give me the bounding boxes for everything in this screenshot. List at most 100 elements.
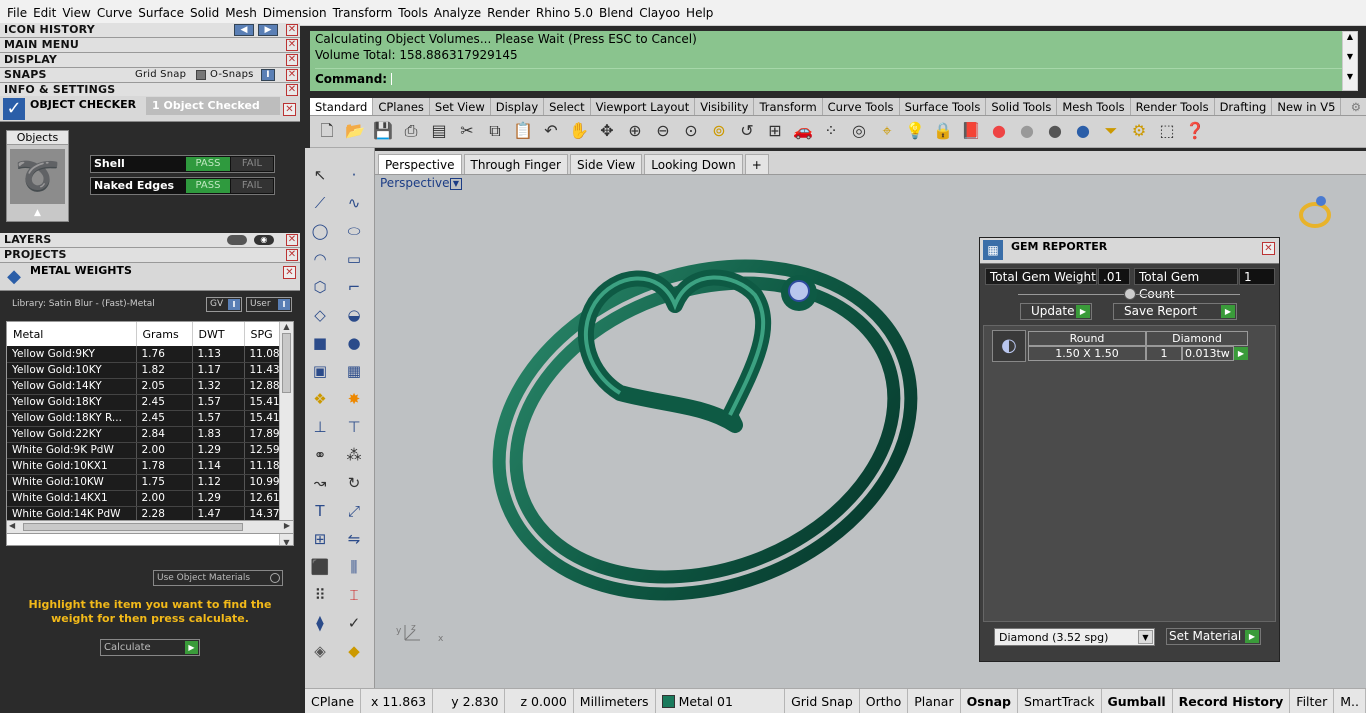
table-row[interactable]: Yellow Gold:14KY 2.05 1.32 12.88: [7, 378, 293, 395]
toggle-filter[interactable]: Filter: [1290, 688, 1335, 713]
grid-array-icon[interactable]: ⠿: [309, 584, 331, 606]
array-icon[interactable]: ⊞: [309, 528, 331, 550]
close-icon[interactable]: ✕: [286, 69, 298, 81]
tab-drafting[interactable]: Drafting: [1215, 98, 1273, 115]
zoom-extents-icon[interactable]: ⊙: [680, 120, 702, 142]
grid-snap-label[interactable]: Grid Snap: [135, 68, 186, 82]
tab-standard[interactable]: Standard: [310, 98, 374, 115]
tab-viewport-layout[interactable]: Viewport Layout: [591, 98, 696, 115]
tab-solid-tools[interactable]: Solid Tools: [986, 98, 1058, 115]
shade-icon[interactable]: ◈: [309, 640, 331, 662]
light-bulb-icon[interactable]: 💡: [904, 120, 926, 142]
toggle-smarttrack[interactable]: SmartTrack: [1018, 688, 1102, 713]
pipe-icon[interactable]: ↝: [309, 472, 331, 494]
tab-visibility[interactable]: Visibility: [695, 98, 755, 115]
tab-select[interactable]: Select: [544, 98, 591, 115]
points-icon[interactable]: ⁘: [820, 120, 842, 142]
selection-icon[interactable]: ⬚: [1156, 120, 1178, 142]
forward-arrow-icon[interactable]: ▶: [258, 24, 278, 36]
print-icon[interactable]: ⎙: [400, 120, 422, 142]
offset-icon[interactable]: ↻: [343, 472, 365, 494]
shaded-sphere-icon[interactable]: ●: [1016, 120, 1038, 142]
panel-layers[interactable]: LAYERS ◉ ✕: [0, 233, 300, 248]
col-dwt[interactable]: DWT: [192, 322, 245, 346]
gear-icon[interactable]: ⚙: [1346, 98, 1366, 115]
gv-button[interactable]: GV I: [206, 297, 242, 312]
col-metal[interactable]: Metal: [7, 322, 137, 346]
scroll-thumb[interactable]: [23, 523, 243, 531]
help-icon[interactable]: ❓: [1184, 120, 1206, 142]
close-icon[interactable]: ✕: [286, 249, 298, 261]
pan-hand-icon[interactable]: ✋: [568, 120, 590, 142]
polyline-icon[interactable]: ⟋: [309, 192, 331, 214]
color-wheel-icon[interactable]: ●: [988, 120, 1010, 142]
toggle-ortho[interactable]: Ortho: [860, 688, 909, 713]
menu-rhino5[interactable]: Rhino 5.0: [536, 6, 593, 20]
table-row[interactable]: Yellow Gold:18KY R... 2.45 1.57 15.41: [7, 410, 293, 427]
menu-analyze[interactable]: Analyze: [434, 6, 481, 20]
lock-icon[interactable]: 🔒: [932, 120, 954, 142]
circle-icon[interactable]: ◯: [309, 220, 331, 242]
slider-knob-icon[interactable]: [1124, 288, 1136, 300]
set-material-button[interactable]: Set Material ▶: [1166, 628, 1261, 645]
metal-table[interactable]: Metal Grams DWT SPG Yellow Gold:9KY 1.76 1…: [6, 321, 294, 546]
objects-box[interactable]: Objects ➰ ▲: [6, 130, 69, 222]
tab-looking-down[interactable]: Looking Down: [644, 154, 743, 174]
point-icon[interactable]: ·: [343, 164, 365, 186]
save-report-button[interactable]: Save Report ▶: [1113, 303, 1237, 320]
table-row[interactable]: Yellow Gold:10KY 1.82 1.17 11.43: [7, 362, 293, 379]
panel-main-menu[interactable]: MAIN MENU ✕: [0, 38, 300, 53]
open-folder-icon[interactable]: 📂: [344, 120, 366, 142]
extrude-icon[interactable]: ⧫: [309, 612, 331, 634]
undo-icon[interactable]: ↶: [540, 120, 562, 142]
table-row[interactable]: Yellow Gold:22KY 2.84 1.83 17.89: [7, 426, 293, 443]
toggle-planar[interactable]: Planar: [908, 688, 961, 713]
ungroup-icon[interactable]: ⁂: [343, 444, 365, 466]
close-icon[interactable]: ✕: [1262, 242, 1275, 255]
table-row[interactable]: White Gold:10KX1 1.78 1.14 11.18: [7, 458, 293, 475]
back-arrow-icon[interactable]: ◀: [234, 24, 254, 36]
target-icon[interactable]: ◎: [848, 120, 870, 142]
scroll-down-icon[interactable]: ▼: [1343, 52, 1357, 61]
menu-help[interactable]: Help: [686, 6, 713, 20]
close-icon[interactable]: ✕: [286, 54, 298, 66]
close-icon[interactable]: ✕: [286, 234, 298, 246]
split-icon[interactable]: ⊤: [343, 416, 365, 438]
menu-dimension[interactable]: Dimension: [263, 6, 327, 20]
paste-icon[interactable]: 📋: [512, 120, 534, 142]
ring-thumbnail-icon[interactable]: ➰: [10, 149, 65, 204]
expand-up-icon[interactable]: ▲: [7, 208, 68, 218]
table-scrollbar[interactable]: ▲ ▼: [279, 322, 293, 545]
panel-projects[interactable]: PROJECTS ✕: [0, 248, 300, 263]
tab-set-view[interactable]: Set View: [430, 98, 491, 115]
align-icon[interactable]: ⫼: [343, 556, 365, 578]
boolean-icon[interactable]: ❖: [309, 388, 331, 410]
use-object-materials-toggle[interactable]: Use Object Materials: [153, 570, 283, 586]
close-icon[interactable]: ✕: [283, 103, 296, 116]
command-scrollbar[interactable]: ▲ ▼ ▼: [1342, 31, 1358, 91]
tab-render-tools[interactable]: Render Tools: [1131, 98, 1215, 115]
save-icon[interactable]: 💾: [372, 120, 394, 142]
tab-new-in-v5[interactable]: New in V5: [1272, 98, 1342, 115]
zoom-icon[interactable]: ⊕: [624, 120, 646, 142]
cut-icon[interactable]: ✂: [456, 120, 478, 142]
undo-view-icon[interactable]: ↺: [736, 120, 758, 142]
info-icon[interactable]: I: [261, 69, 275, 81]
table-row[interactable]: White Gold:10KW 1.75 1.12 10.99: [7, 474, 293, 491]
material-select[interactable]: Diamond (3.52 spg) ▼: [994, 628, 1155, 646]
close-icon[interactable]: ✕: [286, 39, 298, 51]
scroll-down-icon[interactable]: ▼: [280, 538, 293, 545]
four-viewports-icon[interactable]: ⊞: [764, 120, 786, 142]
add-viewport-tab[interactable]: +: [744, 154, 769, 174]
menu-solid[interactable]: Solid: [190, 6, 219, 20]
viewport-dropdown-icon[interactable]: ▼: [450, 178, 462, 190]
menu-render[interactable]: Render: [487, 6, 530, 20]
filter-icon[interactable]: ⏷: [1100, 120, 1122, 142]
scroll-right-icon[interactable]: ▶: [284, 521, 290, 530]
tab-side-view[interactable]: Side View: [570, 154, 643, 174]
cylinder-icon[interactable]: ▣: [309, 360, 331, 382]
zoom-selected-icon[interactable]: ⊚: [708, 120, 730, 142]
panel-snaps[interactable]: SNAPS Grid Snap O-Snaps I ✕: [0, 68, 300, 83]
current-layer[interactable]: Metal 01: [656, 688, 786, 713]
play-icon[interactable]: ▶: [1234, 347, 1248, 360]
